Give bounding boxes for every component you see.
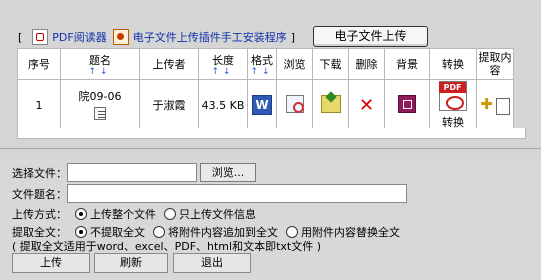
sort-arrows-icon[interactable]: ↑↓ — [199, 67, 247, 77]
col-format[interactable]: 格式 ↑↓ — [247, 48, 277, 80]
plugin-icon — [112, 29, 129, 45]
table-bottom-spacer — [17, 128, 526, 139]
preview-icon[interactable] — [285, 94, 304, 113]
file-title-row: 文件题名： — [12, 184, 407, 203]
radio-replace-extract[interactable] — [286, 226, 298, 238]
convert-pdf-icon[interactable]: PDF — [439, 80, 467, 111]
col-title-label: 题名 — [89, 53, 111, 67]
row-convert[interactable]: PDF 转换 — [429, 79, 477, 131]
toolbar: [ PDF阅读器 电子文件上传插件手工安装程序 ] — [18, 26, 299, 48]
file-title-input[interactable] — [67, 184, 407, 203]
row-background — [384, 79, 430, 131]
upload-button[interactable]: 上传 — [12, 253, 90, 273]
radio-upload-whole-label: 上传整个文件 — [90, 208, 156, 221]
col-size[interactable]: 长度 ↑↓ — [198, 48, 248, 80]
upload-file-button[interactable]: 电子文件上传 — [313, 26, 428, 47]
row-index: 1 — [17, 79, 61, 131]
col-format-label: 格式 — [251, 53, 273, 67]
table-row: 1 院09-06 于淑霞 43.5 KB W ✕ PDF 转换 ✚ — [17, 79, 514, 131]
row-title[interactable]: 院09-06 — [61, 88, 139, 104]
extract-note: ( 提取全文适用于word、excel、PDF、html和文本即txt文件 ) — [12, 240, 321, 253]
row-preview — [276, 79, 313, 131]
adobe-logo-icon — [446, 95, 464, 110]
browse-button[interactable]: 浏览... — [200, 163, 256, 182]
edit-doc-icon[interactable] — [94, 106, 106, 120]
attachment-table: 序号 题名 ↑↓ 上传者 长度 ↑↓ 格式 ↑↓ 浏览 下载 删除 背景 转换 … — [17, 48, 514, 131]
col-uploader: 上传者 — [139, 48, 199, 80]
col-download: 下载 — [312, 48, 349, 80]
col-index: 序号 — [17, 48, 61, 80]
radio-upload-whole[interactable] — [75, 208, 87, 220]
row-extract: ✚ — [476, 79, 514, 131]
exit-button[interactable]: 退出 — [173, 253, 251, 273]
col-size-label: 长度 — [212, 53, 234, 67]
refresh-button[interactable]: 刷新 — [94, 253, 168, 273]
download-icon[interactable] — [320, 94, 341, 113]
col-preview: 浏览 — [276, 48, 313, 80]
sort-arrows-icon[interactable]: ↑↓ — [248, 67, 276, 77]
row-uploader: 于淑霞 — [139, 79, 199, 131]
radio-upload-info-only[interactable] — [164, 208, 176, 220]
file-path-input[interactable] — [67, 163, 197, 182]
row-download — [312, 79, 349, 131]
pdf-reader-icon — [32, 29, 49, 45]
col-delete: 删除 — [348, 48, 385, 80]
col-convert: 转换 — [429, 48, 477, 80]
select-file-row: 选择文件： 浏览... — [12, 163, 256, 182]
radio-append-extract[interactable] — [153, 226, 165, 238]
row-delete: ✕ — [348, 79, 385, 131]
col-extract: 提取内容 — [476, 48, 514, 80]
extract-doc-icon[interactable] — [495, 97, 510, 115]
table-header-row: 序号 题名 ↑↓ 上传者 长度 ↑↓ 格式 ↑↓ 浏览 下载 删除 背景 转换 … — [17, 48, 514, 80]
row-title-cell: 院09-06 — [60, 79, 140, 131]
pdf-reader-link[interactable]: PDF阅读器 — [52, 29, 106, 45]
radio-upload-info-only-label: 只上传文件信息 — [179, 208, 256, 221]
select-file-label: 选择文件： — [12, 166, 67, 180]
add-icon[interactable]: ✚ — [480, 95, 493, 113]
file-title-label: 文件题名： — [12, 187, 67, 201]
radio-no-extract[interactable] — [75, 226, 87, 238]
word-doc-icon: W — [252, 95, 272, 115]
divider — [0, 148, 541, 149]
row-format: W — [247, 79, 277, 131]
col-background: 背景 — [384, 48, 430, 80]
delete-icon[interactable]: ✕ — [359, 95, 374, 116]
col-title[interactable]: 题名 ↑↓ — [60, 48, 140, 80]
plugin-install-link[interactable]: 电子文件上传插件手工安装程序 — [133, 29, 287, 45]
upload-mode-row: 上传方式： 上传整个文件 只上传文件信息 — [12, 206, 256, 222]
bracket-close: ] — [290, 30, 296, 44]
pdf-tag: PDF — [439, 81, 466, 93]
row-size: 43.5 KB — [198, 79, 248, 131]
background-icon[interactable] — [398, 94, 416, 113]
upload-mode-label: 上传方式： — [12, 208, 67, 221]
sort-arrows-icon[interactable]: ↑↓ — [61, 67, 139, 77]
bracket-open: [ — [18, 30, 23, 44]
